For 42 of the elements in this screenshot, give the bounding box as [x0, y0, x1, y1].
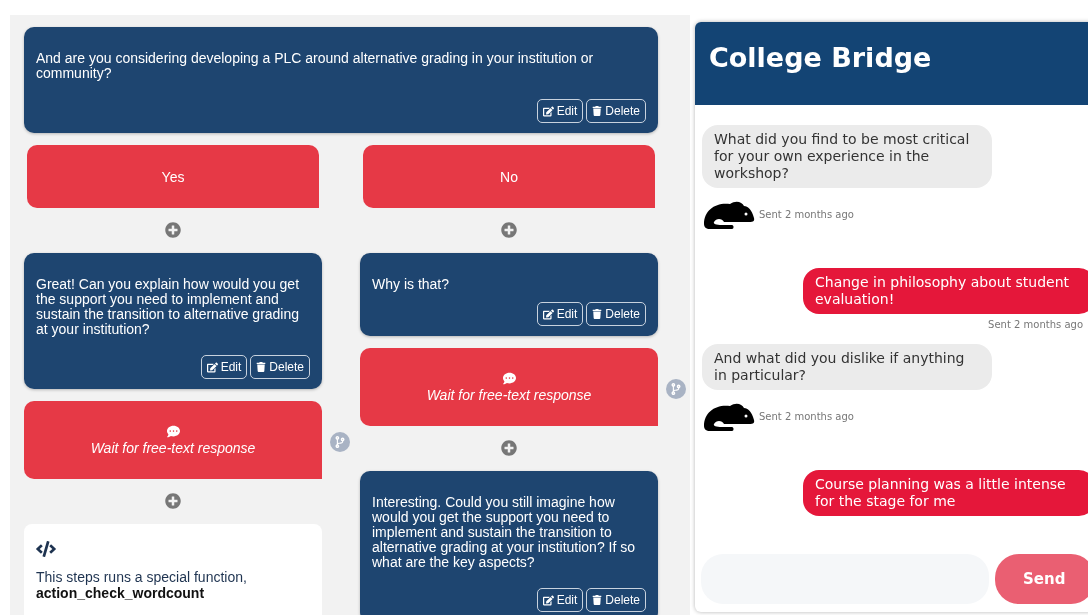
edit-icon: [542, 105, 554, 117]
add-step-icon[interactable]: [165, 493, 181, 509]
user-message: Course planning was a little intense for the stage for me: [803, 470, 1088, 516]
delete-button[interactable]: Delete: [586, 588, 646, 612]
edit-icon: [542, 594, 554, 606]
message-text: Why is that?: [372, 277, 451, 292]
bot-message: What did you find to be most critical for your own experience in the workshop?: [702, 125, 992, 188]
bot-message: And what did you dislike if anything in particular?: [702, 344, 992, 390]
branch-icon[interactable]: [330, 432, 350, 452]
edit-button[interactable]: Edit: [536, 302, 584, 326]
add-step-icon[interactable]: [501, 440, 517, 456]
message-time: Sent 2 months ago: [759, 208, 854, 220]
edit-button[interactable]: Edit: [200, 355, 248, 379]
edit-icon: [206, 361, 218, 373]
add-step-icon[interactable]: [165, 222, 181, 238]
wait-text: Wait for free-text response: [426, 386, 592, 403]
message-text: Interesting. Could you still imagine how would you get the support you need to implement and sustain the transition to alternative grading at your institution? If so what are the key aspects?: [372, 495, 637, 570]
message-time: Sent 2 months ago: [759, 410, 854, 422]
function-text: This steps runs a special function, action_check_wordcount: [36, 569, 248, 601]
trash-icon: [592, 106, 603, 116]
trash-icon: [592, 309, 603, 319]
delete-button[interactable]: Delete: [586, 99, 646, 123]
delete-button[interactable]: Delete: [586, 302, 646, 326]
delete-button[interactable]: Delete: [250, 355, 310, 379]
chat-title: College Bridge: [709, 42, 932, 73]
answer-option[interactable]: Yes: [27, 145, 319, 208]
message-text: And are you considering developing a PLC around alternative grading in your institution or community?: [36, 51, 595, 81]
code-icon: [36, 539, 56, 559]
add-step-icon[interactable]: [501, 222, 517, 238]
branch-icon[interactable]: [666, 379, 686, 399]
chat-bubble-icon: [502, 371, 516, 385]
message-text: Great! Can you explain how would you get the support you need to implement and sustain the transition to alternative grading at your institution?: [36, 277, 301, 337]
trash-icon: [592, 595, 603, 605]
wait-text: Wait for free-text response: [90, 439, 256, 456]
chat-bubble-icon: [166, 424, 180, 438]
answer-option[interactable]: No: [363, 145, 655, 208]
message-time: Sent 2 months ago: [988, 319, 1083, 330]
edit-button[interactable]: Edit: [536, 588, 584, 612]
edit-button[interactable]: Edit: [536, 99, 584, 123]
trash-icon: [256, 362, 267, 372]
edit-icon: [542, 308, 554, 320]
user-message: Change in philosophy about student evaluation!: [803, 268, 1088, 314]
